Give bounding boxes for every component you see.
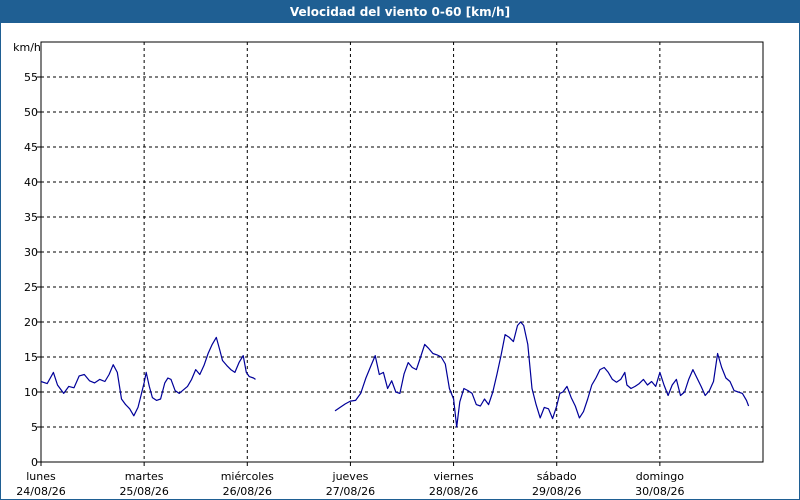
y-tick-label: 55 [24,71,38,84]
y-axis-label: km/h [13,41,41,54]
x-tick-date-label: 25/08/26 [119,485,168,498]
x-tick-date-label: 26/08/26 [223,485,272,498]
x-tick-date-label: 29/08/26 [532,485,581,498]
x-tick-day-label: viernes [434,470,474,483]
y-tick-label: 20 [24,316,38,329]
y-tick-label: 35 [24,211,38,224]
x-tick-day-label: martes [125,470,164,483]
y-tick-label: 45 [24,141,38,154]
y-tick-label: 15 [24,351,38,364]
x-tick-date-label: 24/08/26 [16,485,65,498]
y-tick-label: 40 [24,176,38,189]
x-tick-date-label: 30/08/26 [635,485,684,498]
y-tick-label: 10 [24,386,38,399]
y-tick-label: 30 [24,246,38,259]
x-tick-day-label: jueves [332,470,369,483]
x-tick-date-label: 27/08/26 [326,485,375,498]
wind-speed-chart: 0 5 10 15 20 25 30 35 40 45 50 55 km/h lunes 24/08/26 m… [13,41,764,498]
x-tick-day-label: miércoles [221,470,274,483]
y-tick-label: 25 [24,281,38,294]
y-tick-label: 5 [31,421,38,434]
x-tick-day-label: domingo [636,470,684,483]
y-tick-label: 50 [24,106,38,119]
x-tick-day-label: sábado [537,470,577,483]
x-tick-date-label: 28/08/26 [429,485,478,498]
y-tick-label: 0 [31,456,38,469]
x-tick-day-label: lunes [26,470,56,483]
chart-window: Velocidad del viento 0-60 [km/h] 0 5 10 15 2… [0,0,800,500]
